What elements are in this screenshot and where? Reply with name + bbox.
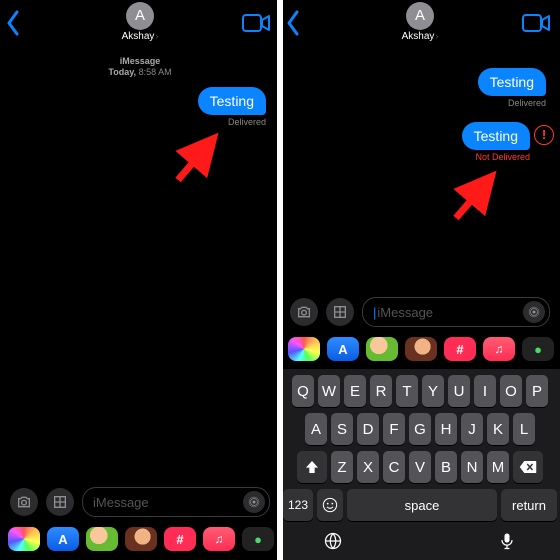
- voice-memo-button[interactable]: [523, 301, 545, 323]
- placeholder: iMessage: [93, 495, 149, 510]
- outgoing-message[interactable]: Testing: [280, 68, 560, 96]
- key-a[interactable]: A: [305, 413, 327, 445]
- callout-arrow: [168, 128, 228, 188]
- key-f[interactable]: F: [383, 413, 405, 445]
- key-p[interactable]: P: [526, 375, 548, 407]
- delivery-status: Delivered: [280, 98, 560, 108]
- contact-avatar[interactable]: A: [126, 2, 154, 30]
- key-u[interactable]: U: [448, 375, 470, 407]
- voice-memo-button[interactable]: [243, 491, 265, 513]
- message-input[interactable]: |iMessage: [362, 297, 550, 327]
- app-strip: [280, 330, 560, 368]
- screenshot-left: A Akshay› iMessage Today, 8:58 AM Testin…: [0, 0, 280, 560]
- key-b[interactable]: B: [435, 451, 457, 483]
- music-app-icon[interactable]: [483, 337, 515, 361]
- applepay-app-icon[interactable]: [522, 337, 554, 361]
- key-r[interactable]: R: [370, 375, 392, 407]
- animoji-app-icon[interactable]: [125, 527, 157, 551]
- emoji-key[interactable]: [317, 489, 343, 521]
- keyboard-footer: [283, 527, 557, 556]
- message-input[interactable]: iMessage: [82, 487, 270, 517]
- backspace-key[interactable]: [513, 451, 543, 483]
- space-key[interactable]: space: [347, 489, 497, 521]
- contact-name[interactable]: Akshay›: [402, 31, 439, 42]
- key-k[interactable]: K: [487, 413, 509, 445]
- music-app-icon[interactable]: [203, 527, 235, 551]
- app-drawer-button[interactable]: [46, 488, 74, 516]
- screenshot-right: A Akshay› Testing Delivered Testing ! No…: [280, 0, 560, 560]
- message-bubble: Testing: [462, 122, 530, 150]
- app-strip: [0, 520, 280, 558]
- callout-arrow: [446, 166, 506, 226]
- chevron-right-icon: ›: [155, 31, 158, 41]
- key-i[interactable]: I: [474, 375, 496, 407]
- outgoing-message[interactable]: Testing: [0, 87, 280, 115]
- error-icon[interactable]: !: [534, 125, 554, 145]
- key-s[interactable]: S: [331, 413, 353, 445]
- appstore-app-icon[interactable]: [327, 337, 359, 361]
- key-o[interactable]: O: [500, 375, 522, 407]
- globe-key[interactable]: [323, 531, 343, 556]
- placeholder: iMessage: [377, 305, 433, 320]
- chevron-right-icon: ›: [435, 31, 438, 41]
- delivery-status: Delivered: [0, 117, 280, 127]
- shift-key[interactable]: [297, 451, 327, 483]
- facetime-button[interactable]: [242, 12, 270, 39]
- conversation-header: A Akshay›: [280, 0, 560, 48]
- applepay-app-icon[interactable]: [242, 527, 274, 551]
- conversation-header: A Akshay›: [0, 0, 280, 48]
- key-h[interactable]: H: [435, 413, 457, 445]
- back-button[interactable]: [6, 10, 22, 41]
- key-l[interactable]: L: [513, 413, 535, 445]
- message-input-bar: iMessage: [0, 484, 280, 520]
- animoji-app-icon[interactable]: [405, 337, 437, 361]
- key-g[interactable]: G: [409, 413, 431, 445]
- delivery-status-error: Not Delivered: [280, 152, 560, 162]
- numbers-key[interactable]: 123: [283, 489, 313, 521]
- camera-button[interactable]: [10, 488, 38, 516]
- facetime-button[interactable]: [522, 12, 550, 39]
- key-z[interactable]: Z: [331, 451, 353, 483]
- outgoing-message-failed[interactable]: Testing !: [280, 122, 560, 150]
- key-row-2: ASDFGHJKL: [283, 413, 557, 445]
- app-drawer-button[interactable]: [326, 298, 354, 326]
- photos-app-icon[interactable]: [8, 527, 40, 551]
- key-d[interactable]: D: [357, 413, 379, 445]
- key-row-3: ZXCVBNM: [283, 451, 557, 483]
- contact-avatar[interactable]: A: [406, 2, 434, 30]
- key-q[interactable]: Q: [292, 375, 314, 407]
- message-thread: Testing Delivered Testing ! Not Delivere…: [280, 48, 560, 162]
- hashtag-app-icon[interactable]: [444, 337, 476, 361]
- camera-button[interactable]: [290, 298, 318, 326]
- photos-app-icon[interactable]: [288, 337, 320, 361]
- key-c[interactable]: C: [383, 451, 405, 483]
- appstore-app-icon[interactable]: [47, 527, 79, 551]
- key-v[interactable]: V: [409, 451, 431, 483]
- key-y[interactable]: Y: [422, 375, 444, 407]
- dictation-key[interactable]: [497, 531, 517, 556]
- contact-name[interactable]: Akshay›: [122, 31, 159, 42]
- message-bubble: Testing: [478, 68, 546, 96]
- key-x[interactable]: X: [357, 451, 379, 483]
- memoji-app-icon[interactable]: [366, 337, 398, 361]
- return-key[interactable]: return: [501, 489, 557, 521]
- timestamp: iMessage Today, 8:58 AM: [0, 56, 280, 79]
- key-w[interactable]: W: [318, 375, 340, 407]
- text-caret: |: [373, 305, 376, 320]
- back-button[interactable]: [286, 10, 302, 41]
- key-row-1: QWERTYUIOP: [283, 375, 557, 407]
- message-thread: iMessage Today, 8:58 AM Testing Delivere…: [0, 48, 280, 127]
- key-j[interactable]: J: [461, 413, 483, 445]
- key-t[interactable]: T: [396, 375, 418, 407]
- key-n[interactable]: N: [461, 451, 483, 483]
- memoji-app-icon[interactable]: [86, 527, 118, 551]
- hashtag-app-icon[interactable]: [164, 527, 196, 551]
- key-e[interactable]: E: [344, 375, 366, 407]
- message-bubble: Testing: [198, 87, 266, 115]
- message-input-bar: |iMessage: [280, 294, 560, 330]
- key-row-4: 123 space return: [283, 489, 557, 521]
- key-m[interactable]: M: [487, 451, 509, 483]
- keyboard: QWERTYUIOP ASDFGHJKL ZXCVBNM 123 space r…: [280, 369, 560, 560]
